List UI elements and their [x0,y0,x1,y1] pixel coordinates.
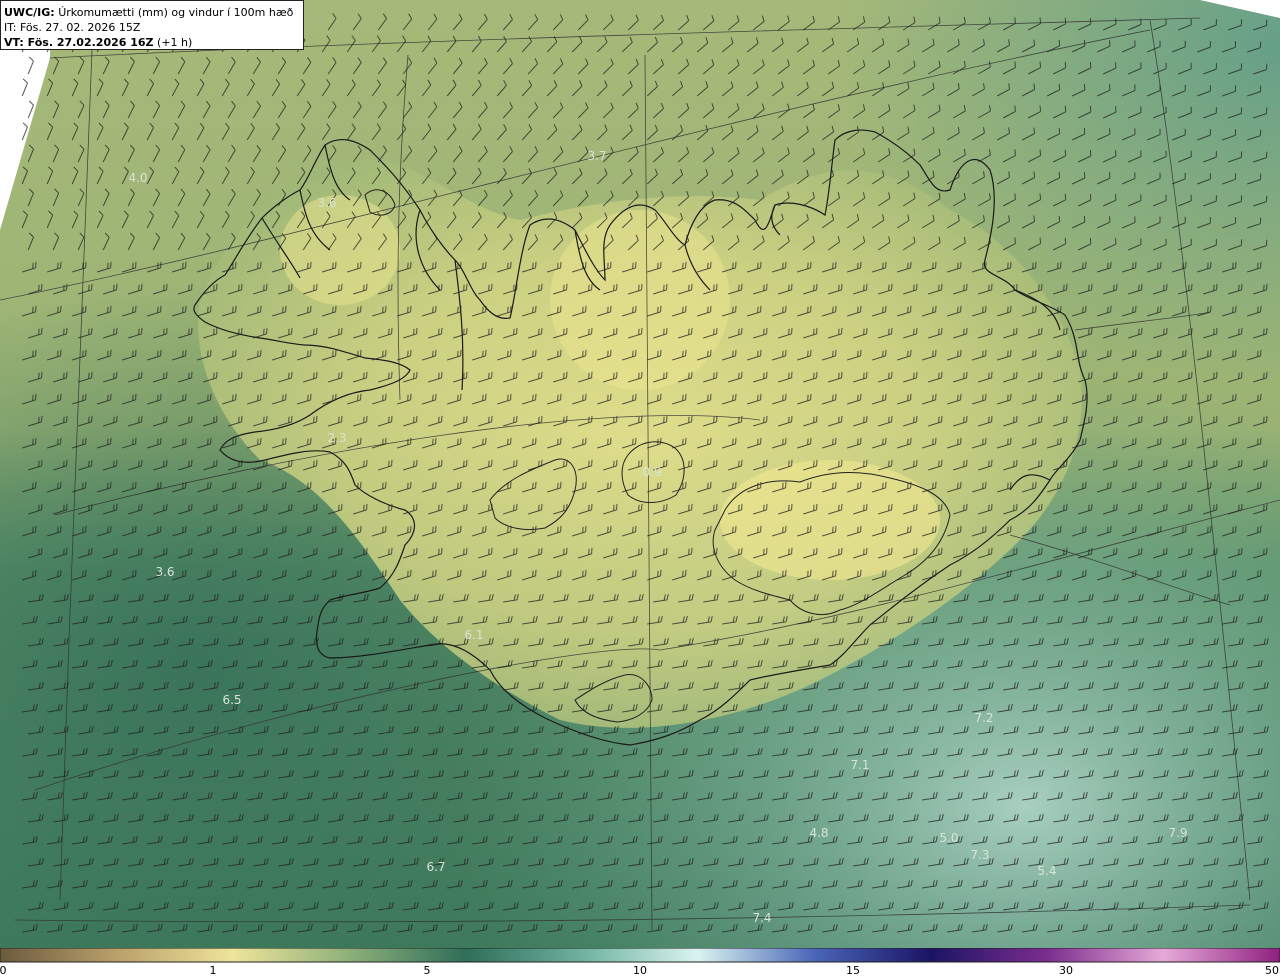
precip-label-10: 4.8 [809,826,828,840]
precip-label-16: 7.4 [752,911,771,925]
colorbar-tick-label: 5 [423,964,431,977]
precip-label-8: 7.2 [974,711,993,725]
colorbar-gradient [0,948,1280,963]
precip-label-0: 4.0 [128,171,147,185]
valid-time: VT: Fös. 27.02.2026 16Z [4,36,154,49]
precip-label-12: 7.3 [970,848,989,862]
issue-time: IT: Fös. 27. 02. 2026 15Z [4,21,141,34]
precip-label-2: 3.7 [587,149,606,163]
precip-label-11: 5.0 [939,831,958,845]
lead-time: (+1 h) [157,36,193,49]
valid-line: VT: Fös. 27.02.2026 16Z (+1 h) [4,35,300,50]
precip-label-13: 5.4 [1037,864,1056,878]
field-name: Úrkomumætti (mm) og vindur í 100m hæð [58,6,294,19]
precip-field [0,0,1280,948]
colorbar-tick-label: 50 [1265,964,1279,977]
title-line: UWC/IG: Úrkomumætti (mm) og vindur í 100… [4,5,300,20]
precip-label-6: 6.5 [222,693,241,707]
precip-label-5: 6.1 [464,628,483,642]
colorbar-tick-label: 1 [209,964,217,977]
precip-label-15: 6.7 [426,860,445,874]
precip-label-4: 3.6 [155,565,174,579]
colorbar: 0 1 5 10 15 30 50 [0,948,1280,978]
precip-label-9: 7.1 [850,758,869,772]
title-box: UWC/IG: Úrkomumætti (mm) og vindur í 100… [0,0,304,50]
precip-label-7: 0.9 [642,465,661,479]
colorbar-tick-label: 30 [1059,964,1073,977]
colorbar-tick-label: 10 [633,964,647,977]
colorbar-tick-label: 0 [0,964,7,977]
precip-label-14: 7.9 [1168,826,1187,840]
map-panel: 4.0 3.6 3.7 2.3 3.6 6.1 6.5 0.9 7.2 7.1 4.8 5.0 7.3 5… [0,0,1280,948]
precip-label-1: 3.6 [317,196,336,210]
precip-label-3: 2.3 [327,431,346,445]
colorbar-tick-label: 15 [846,964,860,977]
map-canvas: 4.0 3.6 3.7 2.3 3.6 6.1 6.5 0.9 7.2 7.1 4.8 5.0 7.3 5… [0,0,1280,948]
model-name: UWC/IG: [4,6,55,19]
